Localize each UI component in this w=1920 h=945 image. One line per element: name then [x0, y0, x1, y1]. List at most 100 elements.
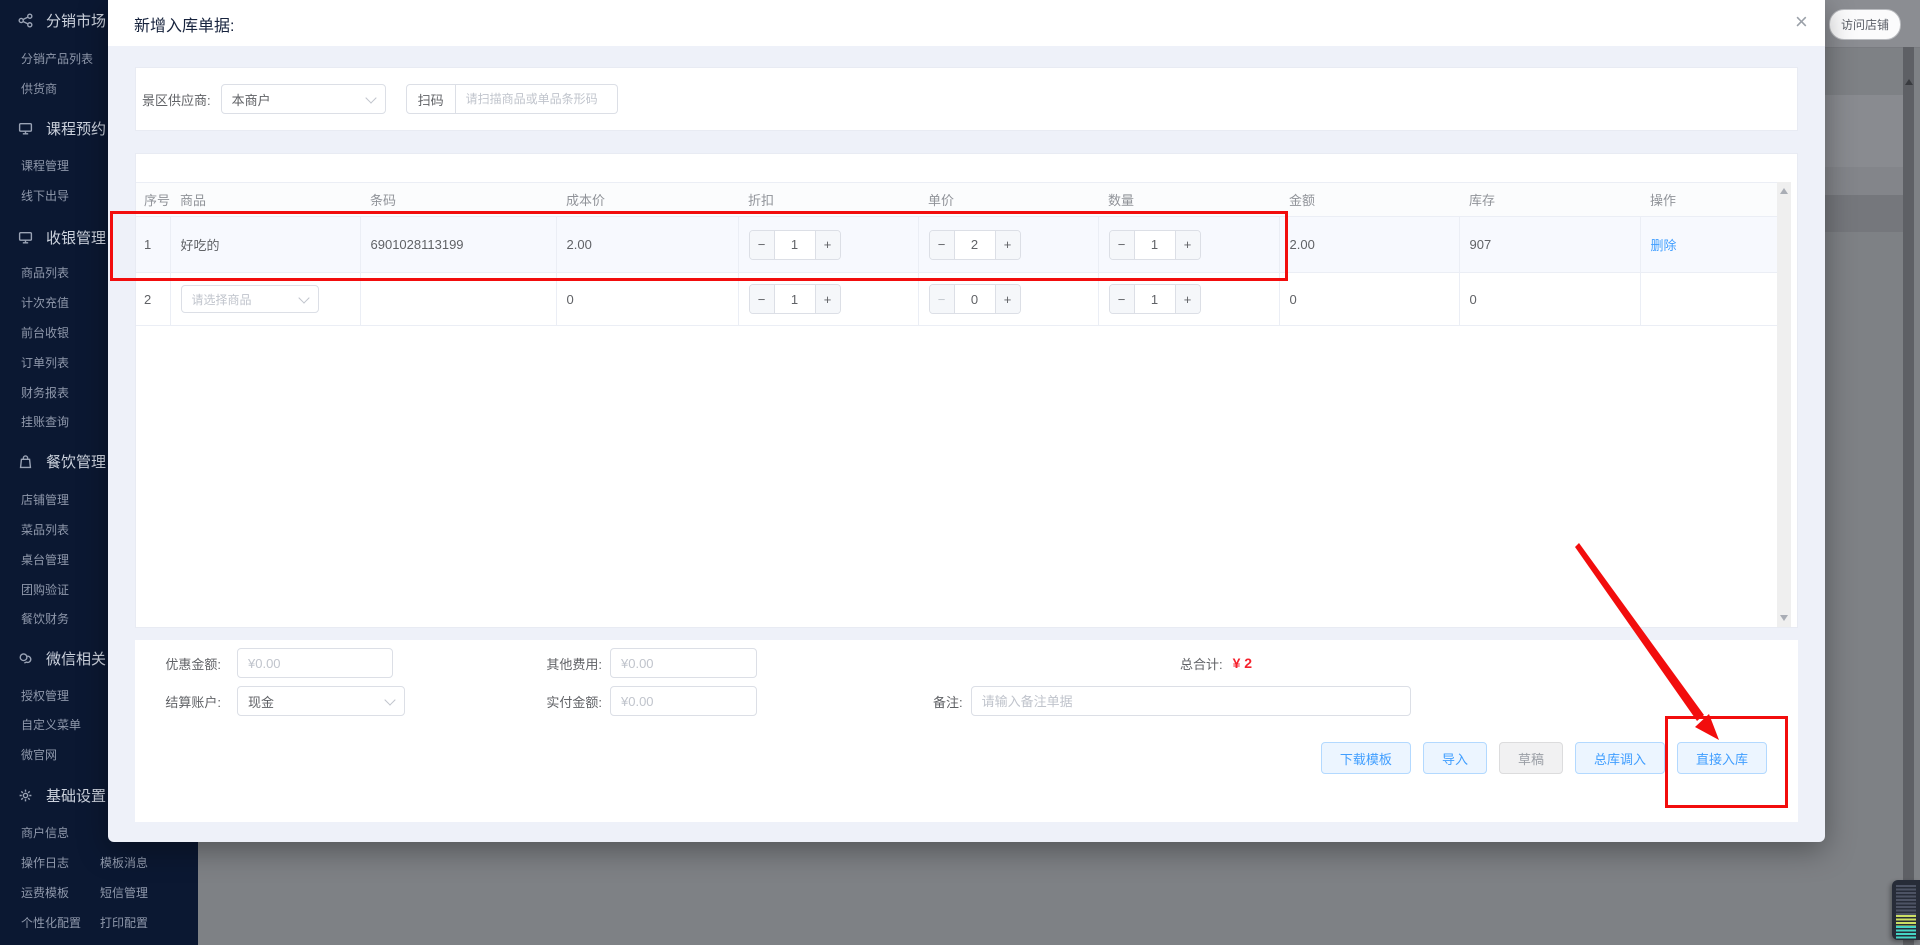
col-header-no: 序号 — [136, 182, 170, 217]
qty-stepper[interactable]: − 1 + — [1108, 284, 1201, 314]
cell-action — [1640, 272, 1778, 326]
cell-amount: 0 — [1279, 272, 1460, 326]
sidebar-item-micro-site[interactable]: 微官网 — [21, 746, 57, 762]
sidebar-item-finance-report[interactable]: 财务报表 — [21, 384, 69, 400]
chevron-down-icon — [384, 694, 396, 706]
visit-shop-button[interactable]: 访问店铺 — [1829, 9, 1901, 40]
other-fee-input[interactable] — [610, 648, 757, 678]
stepper-value[interactable]: 1 — [775, 285, 815, 313]
sidebar-item-offline-export[interactable]: 线下出导 — [21, 187, 69, 203]
sidebar-item-table-mgmt[interactable]: 桌台管理 — [21, 551, 69, 567]
plus-button[interactable]: + — [1174, 285, 1200, 313]
minus-button[interactable]: − — [929, 230, 955, 259]
cell-stock: 0 — [1459, 272, 1641, 326]
price-stepper[interactable]: − 2 + — [928, 229, 1021, 260]
paid-amount-input[interactable] — [610, 686, 757, 716]
col-header-stock: 库存 — [1459, 182, 1640, 217]
col-header-price: 单价 — [918, 182, 1098, 217]
scan-barcode-input[interactable] — [455, 84, 618, 114]
sidebar-item-dish-list[interactable]: 菜品列表 — [21, 521, 69, 537]
minus-button[interactable]: − — [1109, 230, 1135, 259]
sidebar-item-custom-menu[interactable]: 自定义菜单 — [21, 716, 81, 732]
sidebar-section-cashier[interactable]: 收银管理 — [18, 227, 106, 247]
price-stepper[interactable]: − 0 + — [928, 284, 1021, 314]
minus-button[interactable]: − — [749, 285, 775, 313]
scan-code-button[interactable]: 扫码 — [405, 84, 456, 114]
plus-button[interactable]: + — [994, 230, 1020, 259]
stepper-value[interactable]: 0 — [955, 285, 995, 313]
import-button[interactable]: 导入 — [1422, 742, 1487, 774]
sidebar-item-auth-mgmt[interactable]: 授权管理 — [21, 687, 69, 703]
direct-inbound-button[interactable]: 直接入库 — [1676, 742, 1767, 774]
sidebar-section-courses[interactable]: 课程预约 — [18, 118, 106, 138]
scroll-down-icon[interactable] — [1780, 615, 1788, 621]
remark-input[interactable] — [970, 686, 1411, 716]
cell-no: 1 — [136, 216, 171, 273]
stepper-value[interactable]: 1 — [1135, 285, 1175, 313]
sidebar-item-distribution-products[interactable]: 分销产品列表 — [21, 50, 93, 66]
scroll-up-icon[interactable] — [1780, 188, 1788, 194]
close-icon[interactable]: × — [1795, 8, 1808, 36]
warehouse-transfer-in-button[interactable]: 总库调入 — [1574, 742, 1665, 774]
page-scrollbar[interactable] — [1903, 47, 1914, 945]
download-template-button[interactable]: 下载模板 — [1320, 742, 1411, 774]
chevron-down-icon — [364, 92, 377, 104]
sidebar-item-recharge[interactable]: 计次充值 — [21, 294, 69, 310]
supplier-select[interactable]: 本商户 — [220, 84, 386, 114]
plus-button[interactable]: + — [994, 285, 1020, 313]
supplier-select-value: 本商户 — [231, 92, 271, 108]
sidebar-item-shop-mgmt[interactable]: 店铺管理 — [21, 491, 69, 507]
qty-stepper[interactable]: − 1 + — [1108, 229, 1201, 260]
sidebar-item-merchant-info[interactable]: 商户信息 — [21, 824, 69, 840]
sidebar-item-freight-template[interactable]: 运费模板 — [21, 884, 69, 900]
sidebar-item-template-message[interactable]: 模板消息 — [100, 854, 148, 870]
sidebar-section-label: 餐饮管理 — [46, 453, 107, 471]
dimmed-content-block — [1825, 95, 1903, 167]
stepper-value[interactable]: 1 — [775, 231, 815, 259]
stepper-value[interactable]: 2 — [955, 231, 995, 259]
cell-stock: 907 — [1459, 216, 1641, 273]
sidebar-item-product-list[interactable]: 商品列表 — [21, 264, 69, 280]
bag-icon — [19, 454, 32, 468]
gear-icon — [19, 789, 32, 801]
sidebar-item-front-cashier[interactable]: 前台收银 — [21, 324, 69, 340]
sidebar-section-label: 微信相关 — [46, 650, 107, 668]
discount-stepper[interactable]: − 1 + — [748, 284, 841, 314]
plus-button[interactable]: + — [1174, 230, 1200, 259]
sidebar-section-wechat[interactable]: 微信相关 — [18, 648, 106, 668]
discount-stepper[interactable]: − 1 + — [748, 229, 841, 260]
sidebar-section-catering[interactable]: 餐饮管理 — [18, 451, 106, 471]
draft-button[interactable]: 草稿 — [1498, 742, 1563, 774]
sidebar-item-print-config[interactable]: 打印配置 — [100, 914, 148, 930]
plus-button[interactable]: + — [814, 285, 840, 313]
scroll-up-icon[interactable] — [1905, 79, 1913, 85]
sidebar-item-operation-log[interactable]: 操作日志 — [21, 854, 69, 870]
share-icon — [18, 12, 33, 28]
sidebar-item-suppliers[interactable]: 供货商 — [21, 80, 57, 96]
sidebar-section-label: 分销市场 — [46, 12, 107, 30]
settle-account-select[interactable]: 现金 — [237, 686, 405, 716]
plus-button[interactable]: + — [814, 230, 840, 259]
sidebar-item-sms-mgmt[interactable]: 短信管理 — [100, 884, 148, 900]
table-header-row: 序号 商品 条码 成本价 折扣 单价 数量 金额 库存 操作 — [136, 182, 1777, 217]
performance-widget-icon[interactable] — [1892, 880, 1920, 940]
minus-button[interactable]: − — [749, 230, 775, 259]
sidebar-section-settings[interactable]: 基础设置 — [18, 785, 106, 805]
discount-amount-input[interactable] — [237, 648, 393, 678]
stepper-value[interactable]: 1 — [1135, 231, 1175, 259]
sidebar-item-personalize-config[interactable]: 个性化配置 — [21, 914, 81, 930]
minus-button[interactable]: − — [1109, 285, 1135, 313]
sidebar-item-course-mgmt[interactable]: 课程管理 — [21, 157, 69, 173]
total-label: 总合计: — [1180, 656, 1223, 672]
col-header-product: 商品 — [170, 182, 360, 217]
delete-link[interactable]: 删除 — [1651, 238, 1677, 253]
sidebar-item-catering-finance[interactable]: 餐饮财务 — [21, 610, 69, 626]
sidebar-item-order-list[interactable]: 订单列表 — [21, 354, 69, 370]
settle-account-value: 现金 — [248, 694, 275, 710]
table-scrollbar[interactable] — [1777, 182, 1791, 627]
sidebar-item-groupon-verify[interactable]: 团购验证 — [21, 581, 69, 597]
product-select[interactable]: 请选择商品 — [180, 285, 319, 313]
sidebar-item-credit-query[interactable]: 挂账查询 — [21, 413, 69, 429]
cell-barcode: 6901028113199 — [360, 216, 557, 273]
sidebar-section-distribution[interactable]: 分销市场 — [18, 10, 106, 30]
